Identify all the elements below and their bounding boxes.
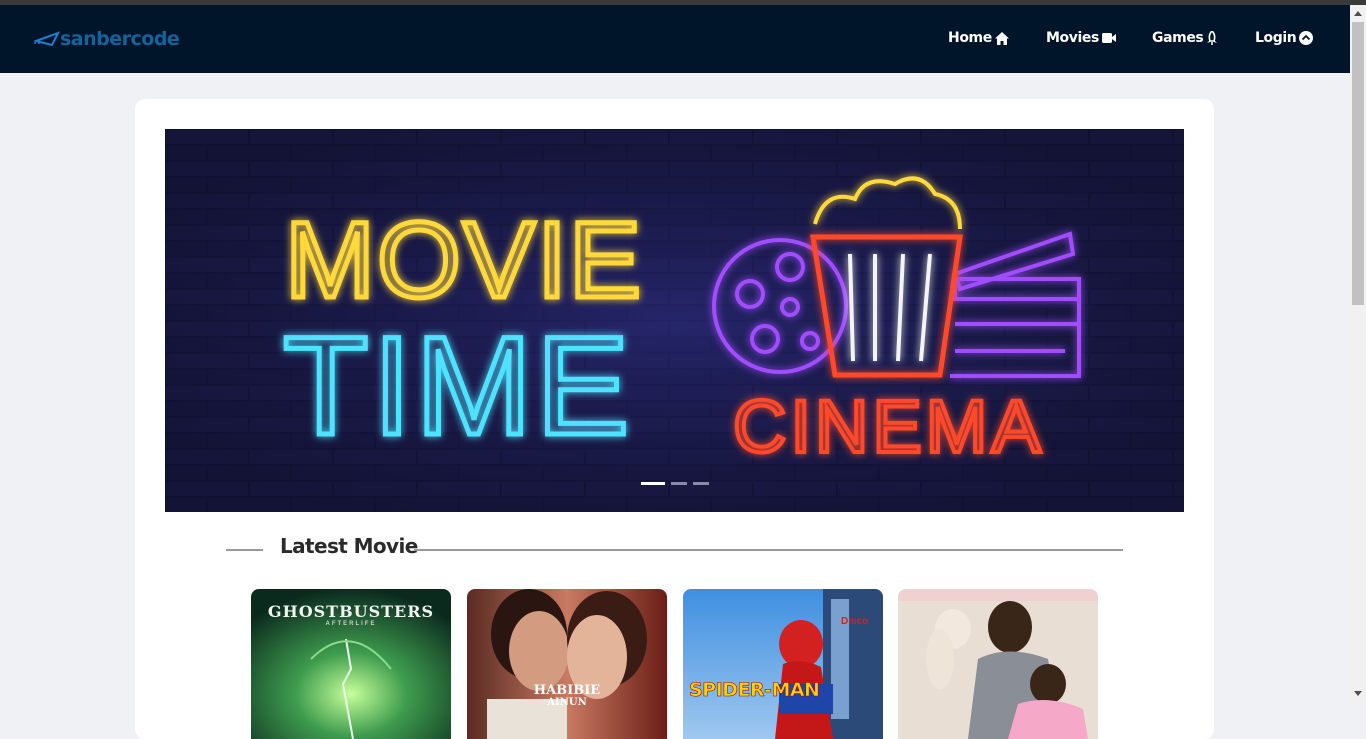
carousel-indicators xyxy=(641,482,709,485)
scroll-down-arrow-icon[interactable] xyxy=(1354,691,1362,696)
page-scrollbar[interactable] xyxy=(1350,5,1366,702)
carousel-dot-3[interactable] xyxy=(693,482,709,485)
scroll-up-arrow-icon[interactable] xyxy=(1354,11,1362,16)
poster-title: SPIDER-MAN xyxy=(689,679,821,702)
movie-poster: Disco xyxy=(683,589,883,739)
carousel-dot-2[interactable] xyxy=(671,482,687,485)
top-navbar: sanbercode Home Movies Games Login xyxy=(0,5,1350,73)
nav-home-label: Home xyxy=(948,30,992,46)
movie-poster xyxy=(898,589,1098,739)
poster-subtitle: AINUN xyxy=(547,697,587,708)
carousel-dot-1[interactable] xyxy=(641,482,665,485)
divider-right xyxy=(414,549,1123,551)
nav-movies[interactable]: Movies xyxy=(1046,30,1116,46)
nav-login-label: Login xyxy=(1255,30,1297,46)
main-nav: Home Movies Games Login xyxy=(0,30,1350,50)
nav-login[interactable]: Login xyxy=(1255,30,1314,46)
banner-text-time: TIME xyxy=(283,307,633,464)
movie-poster xyxy=(467,589,667,739)
home-icon xyxy=(994,31,1009,45)
banner-image: MOVIE TIME CINEMA xyxy=(165,129,1184,512)
latest-movie-header: Latest Movie xyxy=(226,530,1123,560)
video-camera-icon xyxy=(1101,33,1116,43)
content-card: MOVIE TIME CINEMA Latest Movie GHOSTBUST… xyxy=(135,99,1214,739)
nav-home[interactable]: Home xyxy=(948,30,1009,46)
hero-carousel[interactable]: MOVIE TIME CINEMA xyxy=(165,129,1184,512)
movie-card-2[interactable]: HABIBIE AINUN xyxy=(467,589,667,739)
scroll-thumb[interactable] xyxy=(1352,22,1364,305)
rocket-icon xyxy=(1207,31,1218,45)
movie-card-4[interactable] xyxy=(898,589,1098,739)
movie-card-3[interactable]: Disco SPIDER-MAN xyxy=(683,589,883,739)
svg-text:Disco: Disco xyxy=(841,616,868,627)
divider-left xyxy=(226,549,263,551)
up-circle-icon xyxy=(1299,31,1314,45)
poster-subtitle: AFTERLIFE xyxy=(325,621,377,627)
movie-card-1[interactable]: GHOSTBUSTERS AFTERLIFE xyxy=(251,589,451,739)
banner-text-movie: MOVIE xyxy=(285,199,643,320)
poster-title: GHOSTBUSTERS xyxy=(267,602,435,621)
nav-games-label: Games xyxy=(1152,30,1204,46)
nav-movies-label: Movies xyxy=(1046,30,1099,46)
poster-title: HABIBIE xyxy=(533,683,601,698)
nav-games[interactable]: Games xyxy=(1152,30,1218,46)
banner-text-cinema: CINEMA xyxy=(733,385,1045,468)
section-title: Latest Movie xyxy=(280,534,418,558)
